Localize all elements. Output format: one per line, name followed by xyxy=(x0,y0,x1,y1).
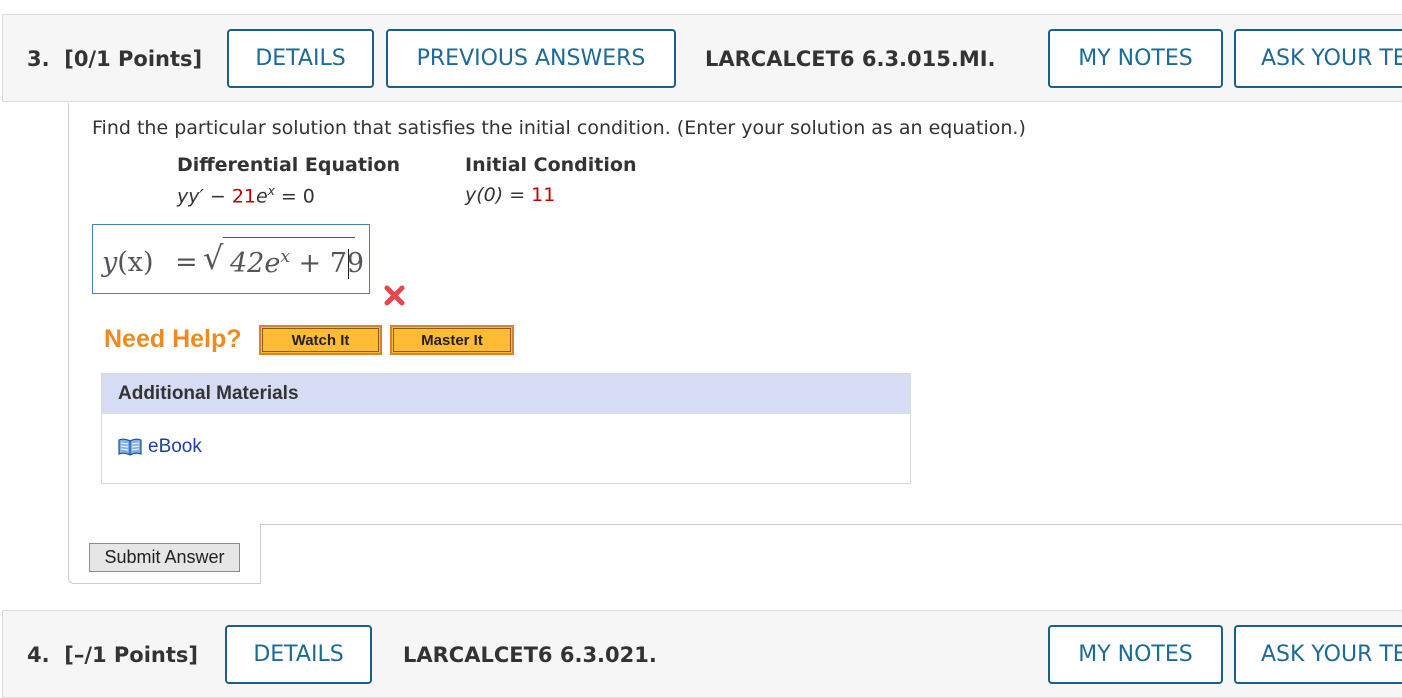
additional-materials-header: Additional Materials xyxy=(102,374,910,414)
ask-your-teacher-button[interactable]: ASK YOUR TE xyxy=(1234,29,1402,88)
watch-it-button[interactable]: Watch It xyxy=(259,325,382,355)
answer-input[interactable]: y(x) = √ 42ex + 79 xyxy=(92,224,370,294)
question-4-header: 4. [–/1 Points] DETAILS LARCALCET6 6.3.0… xyxy=(2,610,1402,698)
incorrect-x-icon xyxy=(384,285,405,306)
body-divider xyxy=(261,524,1402,525)
answer-equals: = xyxy=(175,247,198,278)
question-3-header: 3. [0/1 Points] DETAILS PREVIOUS ANSWERS… xyxy=(2,14,1402,102)
question-points: [0/1 Points] xyxy=(64,47,203,71)
equation-coefficient: 21 xyxy=(231,185,256,208)
previous-answers-button[interactable]: PREVIOUS ANSWERS xyxy=(386,29,676,88)
master-it-button[interactable]: Master It xyxy=(390,325,514,355)
answer-lhs: y(x) xyxy=(102,247,154,278)
question-prompt: Find the particular solution that satisf… xyxy=(92,117,1026,139)
question-code: LARCALCET6 6.3.021. xyxy=(403,643,657,667)
square-root-icon: √ xyxy=(203,239,224,277)
submit-answer-button[interactable]: Submit Answer xyxy=(89,543,240,572)
differential-equation: yy′ − 21ex = 0 xyxy=(177,184,315,208)
initial-value: 11 xyxy=(531,184,556,206)
ask-your-teacher-button[interactable]: ASK YOUR TE xyxy=(1234,625,1402,684)
additional-materials-panel: Additional Materials eBook xyxy=(101,373,911,484)
differential-equation-heading: Differential Equation xyxy=(177,154,400,176)
my-notes-button[interactable]: MY NOTES xyxy=(1048,625,1223,684)
my-notes-button[interactable]: MY NOTES xyxy=(1048,29,1223,88)
answer-radicand: 42ex + 79 xyxy=(230,247,365,279)
details-button[interactable]: DETAILS xyxy=(225,625,372,684)
initial-condition: y(0) = 11 xyxy=(465,184,556,206)
question-code: LARCALCET6 6.3.015.MI. xyxy=(705,47,996,71)
question-number: 3. [0/1 Points] xyxy=(27,47,203,71)
book-icon xyxy=(118,438,142,456)
text-cursor xyxy=(348,249,349,279)
question-points: [–/1 Points] xyxy=(64,643,199,667)
initial-condition-heading: Initial Condition xyxy=(465,154,637,176)
ebook-label[interactable]: eBook xyxy=(148,436,202,458)
question-number: 4. [–/1 Points] xyxy=(27,643,199,667)
ebook-link[interactable]: eBook xyxy=(118,436,202,458)
body-left-border xyxy=(68,103,69,573)
need-help-label: Need Help? xyxy=(104,325,242,353)
details-button[interactable]: DETAILS xyxy=(227,29,374,88)
radical-bar xyxy=(223,237,355,238)
